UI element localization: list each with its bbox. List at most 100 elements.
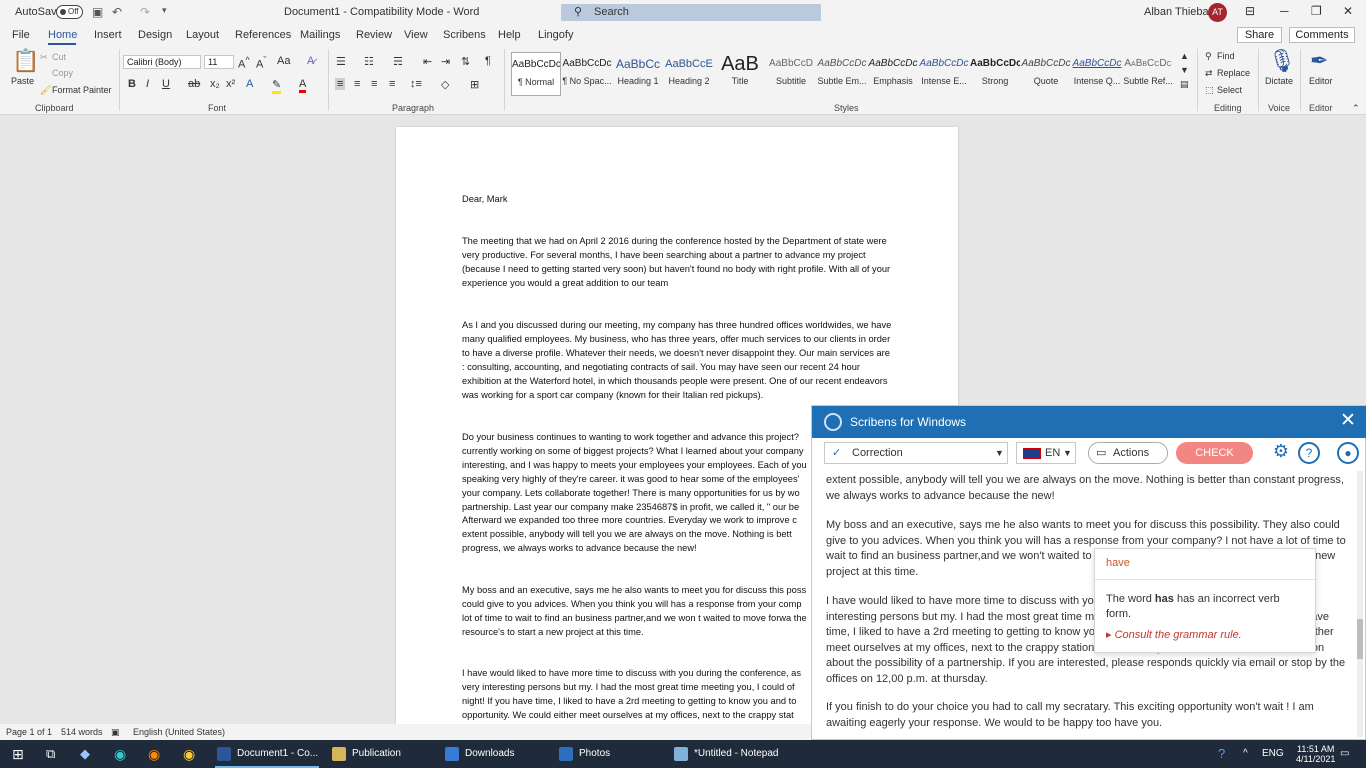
task-view-icon[interactable]: ⧉ xyxy=(46,740,55,768)
tab-lingofy[interactable]: Lingofy xyxy=(538,29,573,41)
taskbar-downloads[interactable]: Downloads xyxy=(443,740,547,768)
word-count[interactable]: 514 words xyxy=(61,727,103,737)
subscript-icon[interactable]: x₂ xyxy=(210,78,220,90)
find-button[interactable]: Find xyxy=(1217,51,1235,61)
suggestion-option[interactable]: have xyxy=(1106,557,1130,569)
grammar-rule-link[interactable]: ▸ Consult the grammar rule. xyxy=(1106,628,1242,641)
taskbar-photos[interactable]: Photos xyxy=(557,740,661,768)
restore-icon[interactable]: ❐ xyxy=(1311,4,1322,18)
ribbon-display-icon[interactable]: ⊟ xyxy=(1245,4,1255,18)
avatar[interactable]: AT xyxy=(1208,3,1227,22)
firefox-icon[interactable]: ◉ xyxy=(148,740,160,768)
select-button[interactable]: Select xyxy=(1217,85,1242,95)
taskbar-notepad[interactable]: *Untitled - Notepad xyxy=(672,740,792,768)
italic-icon[interactable]: I xyxy=(146,78,149,90)
text-effects-icon[interactable]: A xyxy=(246,78,253,90)
line-spacing-icon[interactable]: ↕≡ xyxy=(410,78,422,90)
style-subtle-emphasis[interactable]: AaBbCcDc Subtle Em... xyxy=(817,52,867,96)
multilevel-list-icon[interactable]: ☴ xyxy=(393,55,403,68)
bullets-icon[interactable]: ☰ xyxy=(336,55,346,68)
decrease-indent-icon[interactable]: ⇤ xyxy=(423,55,432,68)
format-painter-icon[interactable]: 🖌 xyxy=(40,85,51,96)
justify-icon[interactable]: ≡ xyxy=(389,78,395,90)
numbering-icon[interactable]: ☷ xyxy=(364,55,374,68)
help-icon[interactable]: ? xyxy=(1298,442,1320,464)
minimize-icon[interactable]: ─ xyxy=(1280,4,1289,18)
show-marks-icon[interactable]: ¶ xyxy=(485,55,491,67)
clock[interactable]: 11:51 AM 4/11/2021 xyxy=(1296,744,1335,764)
autosave-toggle[interactable]: Off xyxy=(56,5,83,19)
scribens-text-3[interactable]: If you finish to do your choice you had … xyxy=(826,700,1346,731)
font-color-icon[interactable]: A xyxy=(299,78,307,93)
mode-select[interactable]: ✓ Correction ▼ xyxy=(824,442,1008,464)
align-left-icon[interactable]: ≡ xyxy=(335,78,346,90)
salutation[interactable]: Dear, Mark xyxy=(462,193,894,207)
style-no-spacing[interactable]: AaBbCcDc ¶ No Spac... xyxy=(562,52,612,96)
scribens-close-icon[interactable]: ✕ xyxy=(1340,410,1356,432)
highlight-icon[interactable]: ✎ xyxy=(272,78,282,94)
tab-insert[interactable]: Insert xyxy=(94,29,122,41)
page-count[interactable]: Page 1 of 1 xyxy=(6,727,52,737)
close-icon[interactable]: ✕ xyxy=(1343,4,1353,18)
paste-icon[interactable]: 📋 xyxy=(12,48,39,74)
style-subtitle[interactable]: AaBbCcD Subtitle xyxy=(766,52,816,96)
styles-scroll-down-icon[interactable]: ▼ xyxy=(1180,65,1189,75)
align-center-icon[interactable]: ≡ xyxy=(354,78,360,90)
help-tray-icon[interactable]: ? xyxy=(1218,740,1225,768)
styles-more-icon[interactable]: ▤ xyxy=(1180,79,1189,90)
superscript-icon[interactable]: x² xyxy=(226,78,235,90)
notification-icon[interactable]: ▭ xyxy=(1340,740,1349,768)
find-icon[interactable]: ⚲ xyxy=(1205,51,1212,62)
cut-button[interactable]: Cut xyxy=(52,52,66,62)
grow-font-icon[interactable]: A^ xyxy=(238,55,250,71)
taskbar-publication[interactable]: Publication xyxy=(330,740,434,768)
language-select[interactable]: EN ▼ xyxy=(1016,442,1076,464)
app-icon[interactable]: ◆ xyxy=(80,740,90,768)
tab-references[interactable]: References xyxy=(235,29,291,41)
format-painter-button[interactable]: Format Painter xyxy=(52,85,112,95)
scribens-scrollbar[interactable] xyxy=(1357,471,1363,737)
style-title[interactable]: AaB Title xyxy=(715,52,765,96)
account-icon[interactable]: ● xyxy=(1337,442,1359,464)
scribens-scroll-thumb[interactable] xyxy=(1357,619,1363,659)
collapse-ribbon-icon[interactable]: ⌃ xyxy=(1352,103,1360,114)
style-normal[interactable]: AaBbCcDc ¶ Normal xyxy=(511,52,561,96)
underline-icon[interactable]: U xyxy=(162,78,170,90)
replace-icon[interactable]: ⇄ xyxy=(1205,68,1213,79)
search-box[interactable]: ⚲ Search xyxy=(561,4,821,21)
paragraph-1[interactable]: The meeting that we had on April 2 2016 … xyxy=(462,235,894,291)
align-right-icon[interactable]: ≡ xyxy=(371,78,377,90)
shrink-font-icon[interactable]: Aˇ xyxy=(256,55,266,71)
font-name-select[interactable]: Calibri (Body) xyxy=(123,55,201,69)
style-strong[interactable]: AaBbCcDc Strong xyxy=(970,52,1020,96)
share-button[interactable]: Share xyxy=(1237,27,1282,43)
actions-button[interactable]: ▭ Actions xyxy=(1088,442,1168,464)
style-heading-2[interactable]: AaBbCcE Heading 2 xyxy=(664,52,714,96)
clear-format-icon[interactable]: A̷ xyxy=(307,55,314,67)
style-emphasis[interactable]: AaBbCcDc Emphasis xyxy=(868,52,918,96)
tab-file[interactable]: File xyxy=(12,29,30,41)
change-case-icon[interactable]: Aa xyxy=(277,55,290,67)
show-hidden-icons[interactable]: ^ xyxy=(1243,740,1248,768)
comments-button[interactable]: Comments xyxy=(1289,27,1355,43)
start-windows-icon[interactable]: ⊞ xyxy=(12,740,24,768)
paragraph-3[interactable]: Do your business continues to wanting to… xyxy=(462,431,812,555)
check-button[interactable]: CHECK xyxy=(1176,442,1253,464)
copy-button[interactable]: Copy xyxy=(52,68,73,78)
bold-icon[interactable]: B xyxy=(128,78,136,90)
tab-scribens[interactable]: Scribens xyxy=(443,29,486,41)
taskbar-word[interactable]: Document1 - Co... xyxy=(215,740,319,768)
edge-icon[interactable]: ◉ xyxy=(114,740,126,768)
tab-design[interactable]: Design xyxy=(138,29,172,41)
style-intense-quote[interactable]: AaBbCcDc Intense Q... xyxy=(1072,52,1122,96)
tab-help[interactable]: Help xyxy=(498,29,521,41)
style-heading-1[interactable]: AaBbCc Heading 1 xyxy=(613,52,663,96)
shading-icon[interactable]: ◇ xyxy=(441,78,449,91)
paragraph-5[interactable]: I have would liked to have more time to … xyxy=(462,667,812,725)
settings-gear-icon[interactable]: ⚙ xyxy=(1270,442,1292,464)
style-intense-emphasis[interactable]: AaBbCcDc Intense E... xyxy=(919,52,969,96)
save-icon[interactable]: ▣ xyxy=(92,5,103,19)
increase-indent-icon[interactable]: ⇥ xyxy=(441,55,450,68)
input-language[interactable]: ENG xyxy=(1262,740,1284,768)
style-subtle-reference[interactable]: AaBbCcDc Subtle Ref... xyxy=(1123,52,1173,96)
